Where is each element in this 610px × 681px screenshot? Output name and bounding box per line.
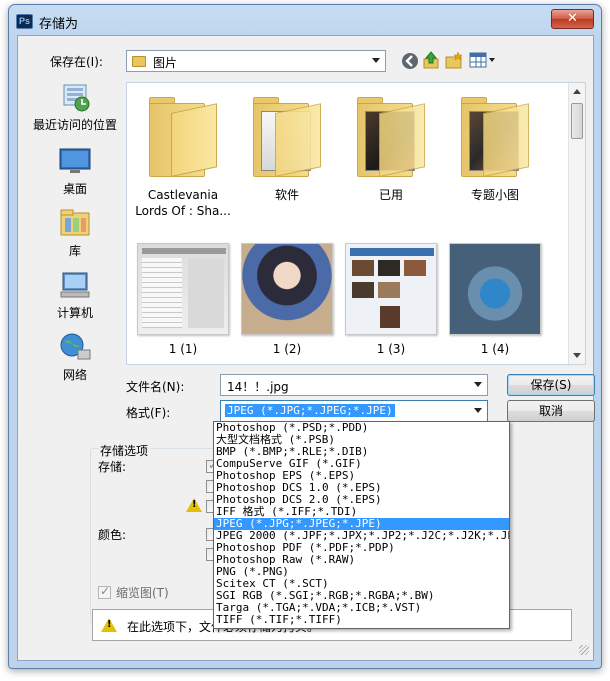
file-item-image[interactable]: 1 (2) <box>235 243 339 357</box>
thumbnail-label: 缩览图(T) <box>116 586 169 600</box>
filename-input[interactable]: 14！！.jpg <box>220 374 488 396</box>
file-item-image[interactable]: 1 (4) <box>443 243 547 357</box>
format-option[interactable]: TIFF (*.TIF;*.TIFF) <box>214 614 509 626</box>
place-libraries[interactable]: 库 <box>26 208 124 259</box>
place-desktop[interactable]: 桌面 <box>26 146 124 197</box>
file-list-view[interactable]: Castlevania Lords Of : Sha... 软件 已用 专题小图… <box>126 82 586 365</box>
filename-value: 14！！.jpg <box>227 380 289 394</box>
file-name: 专题小图 <box>470 188 519 202</box>
close-button[interactable]: ✕ <box>551 9 594 29</box>
place-label: 库 <box>68 244 81 258</box>
save-options-legend: 存储选项 <box>98 442 151 459</box>
file-item-folder[interactable]: 专题小图 <box>443 89 547 203</box>
image-thumbnail <box>449 243 541 335</box>
folder-icon <box>132 56 146 67</box>
place-label: 网络 <box>62 368 87 382</box>
folder-thumbnail <box>241 89 333 181</box>
folder-thumbnail <box>345 89 437 181</box>
file-name: 1 (2) <box>272 342 302 356</box>
save-in-value: 图片 <box>153 56 178 70</box>
folder-thumbnail <box>137 89 229 181</box>
file-name: 已用 <box>378 188 403 202</box>
libraries-icon <box>58 208 92 238</box>
chevron-down-icon <box>474 408 482 413</box>
format-label: 格式(F): <box>126 406 171 420</box>
photoshop-app-icon: Ps <box>16 14 33 29</box>
thumbnail-checkbox[interactable] <box>98 584 111 599</box>
file-item-image[interactable]: 1 (3) <box>339 243 443 357</box>
format-value: JPEG (*.JPG;*.JPEG;*.JPE) <box>225 404 395 417</box>
place-computer[interactable]: 计算机 <box>26 270 124 321</box>
image-thumbnail <box>137 243 229 335</box>
places-bar: 最近访问的位置 桌面 库 计算机 网络 <box>26 82 124 382</box>
back-icon[interactable] <box>401 52 419 70</box>
desktop-icon <box>58 146 92 176</box>
view-menu-icon[interactable] <box>469 51 497 69</box>
place-label: 最近访问的位置 <box>32 118 117 132</box>
recent-places-icon <box>58 82 92 112</box>
place-label: 计算机 <box>56 306 93 320</box>
file-item-folder[interactable]: 软件 <box>235 89 339 203</box>
file-name: 1 (4) <box>480 342 510 356</box>
resize-grip[interactable] <box>579 645 589 655</box>
file-item-folder[interactable]: Castlevania Lords Of : Sha... <box>131 89 235 219</box>
new-folder-icon[interactable] <box>445 51 463 69</box>
dialog-title: 存储为 <box>39 17 79 32</box>
file-item-folder[interactable]: 已用 <box>339 89 443 203</box>
title-bar[interactable]: Ps 存储为 ✕ <box>9 5 601 35</box>
file-name: Castlevania Lords Of : Sha... <box>135 188 231 218</box>
scroll-up-icon[interactable] <box>573 89 581 94</box>
save-as-dialog: Ps 存储为 ✕ 保存在(I): 图片 最近访问的位置 桌面 库 计算机 网络 … <box>8 4 602 669</box>
cancel-button[interactable]: 取消 <box>507 400 595 422</box>
scrollbar-thumb[interactable] <box>571 103 583 139</box>
store-label: 存储: <box>98 460 127 474</box>
place-label: 桌面 <box>62 182 87 196</box>
chevron-down-icon <box>372 58 380 63</box>
save-in-dropdown[interactable]: 图片 <box>126 50 386 72</box>
vertical-scrollbar[interactable] <box>568 83 585 364</box>
save-button[interactable]: 保存(S) <box>507 374 595 396</box>
place-recent[interactable]: 最近访问的位置 <box>26 82 124 133</box>
filename-label: 文件名(N): <box>126 380 185 394</box>
network-icon <box>58 332 92 362</box>
file-name: 1 (1) <box>168 342 198 356</box>
color-label: 颜色: <box>98 528 127 542</box>
file-item-image[interactable]: 1 (1) <box>131 243 235 357</box>
folder-thumbnail <box>449 89 541 181</box>
file-name: 软件 <box>274 188 299 202</box>
image-thumbnail <box>345 243 437 335</box>
file-name: 1 (3) <box>376 342 406 356</box>
warning-icon: ! <box>186 498 202 512</box>
computer-icon <box>58 270 92 300</box>
up-folder-icon[interactable] <box>422 51 440 69</box>
save-in-label: 保存在(I): <box>50 55 103 69</box>
format-options-list[interactable]: Photoshop (*.PSD;*.PDD) 大型文档格式 (*.PSB) BMP… <box>213 421 510 629</box>
chevron-down-icon <box>474 382 482 387</box>
warning-icon: ! <box>101 618 117 632</box>
format-dropdown[interactable]: JPEG (*.JPG;*.JPEG;*.JPE) <box>220 400 488 422</box>
scroll-down-icon[interactable] <box>573 353 581 358</box>
place-network[interactable]: 网络 <box>26 332 124 383</box>
image-thumbnail <box>241 243 333 335</box>
